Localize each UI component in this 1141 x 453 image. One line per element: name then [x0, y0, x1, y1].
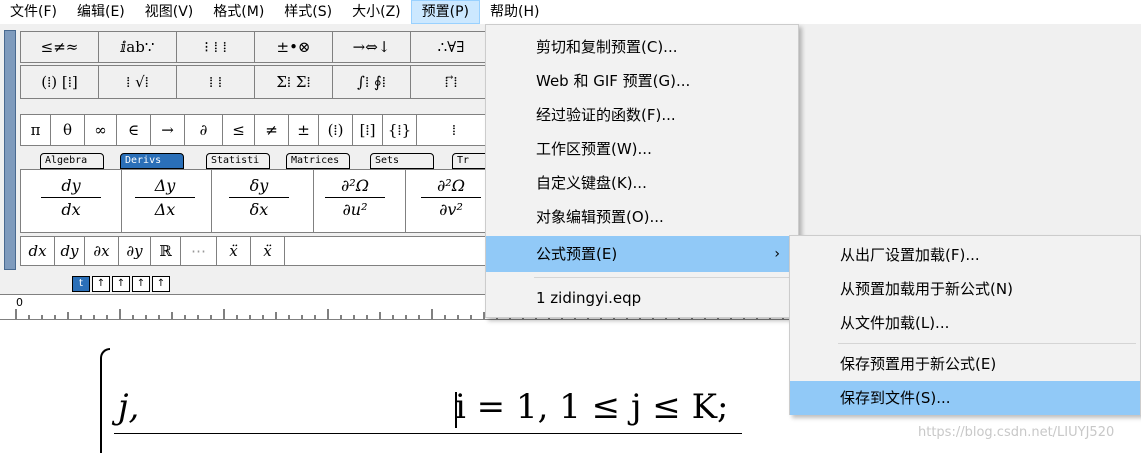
template-partial-u[interactable]: ∂²Ω ∂u² — [325, 176, 385, 219]
template-brackets[interactable]: [⁞] — [353, 115, 383, 145]
relations-palette-button[interactable]: ≤≠≈ — [21, 32, 99, 62]
symbol-theta[interactable]: θ — [51, 115, 85, 145]
symbol-right-arrow[interactable]: → — [151, 115, 185, 145]
menu-file[interactable]: 文件(F) — [0, 0, 67, 24]
symbol-ellipsis[interactable]: ⋯ — [181, 237, 217, 265]
menu-item-workspace-prefs[interactable]: 工作区预置(W)... — [486, 132, 798, 166]
symbol-palette-row: ≤≠≈ ⅈab∵ ⁝ ⁞ ⁞ ±•⊗ →⇔↓ ∴∀∃ — [20, 31, 490, 63]
equation-prefs-submenu: 从出厂设置加载(F)... 从预置加载用于新公式(N) 从文件加载(L)... … — [789, 235, 1141, 415]
symbol-element-of[interactable]: ∈ — [117, 115, 151, 145]
tab-algebra[interactable]: Algebra — [40, 153, 104, 169]
menu-item-cut-copy-prefs[interactable]: 剪切和复制预置(C)... — [486, 30, 798, 64]
template-small-delta[interactable]: δy δx — [229, 176, 289, 219]
palette-tabs: Algebra Derivs Statisti Matrices Sets Tr — [30, 151, 492, 169]
template-divider — [405, 170, 406, 232]
symbol-leq[interactable]: ≤ — [223, 115, 255, 145]
size-tab-buttons: t ↑ ↑ ↑ ↑ — [72, 276, 170, 292]
symbol-dx[interactable]: dx — [21, 237, 55, 265]
menu-style[interactable]: 样式(S) — [274, 0, 342, 24]
symbol-partial-y[interactable]: ∂y — [119, 237, 151, 265]
menu-item-label: 公式预置(E) — [536, 245, 618, 263]
menubar: 文件(F) 编辑(E) 视图(V) 格式(M) 样式(S) 大小(Z) 预置(P… — [0, 0, 1141, 24]
template-divider — [211, 170, 212, 232]
symbol-pi[interactable]: π — [21, 115, 51, 145]
menu-item-load-from-file[interactable]: 从文件加载(L)... — [790, 306, 1140, 340]
equation-variable[interactable]: j, — [118, 387, 139, 427]
scripts-palette-button[interactable]: ⁞ ⁞ — [177, 66, 255, 98]
arrows-palette-button[interactable]: →⇔↓ — [333, 32, 411, 62]
template-fraction[interactable]: ⁞ — [417, 115, 491, 145]
symbol-neq[interactable]: ≠ — [255, 115, 289, 145]
symbol-reals[interactable]: ℝ — [151, 237, 181, 265]
menu-item-object-edit-prefs[interactable]: 对象编辑预置(O)... — [486, 200, 798, 234]
embellishments-palette-button[interactable]: ⁝ ⁞ ⁞ — [177, 32, 255, 62]
menu-size[interactable]: 大小(Z) — [342, 0, 411, 24]
menu-item-customize-keyboard[interactable]: 自定义键盘(K)... — [486, 166, 798, 200]
derivative-symbols-row: dx dy ∂x ∂y ℝ ⋯ ẍ ẍ — [20, 236, 490, 266]
toolbar-grip[interactable] — [4, 30, 16, 270]
preferences-menu: 剪切和复制预置(C)... Web 和 GIF 预置(G)... 经过验证的函数… — [485, 24, 799, 318]
template-divider — [313, 170, 314, 232]
menu-item-load-factory[interactable]: 从出厂设置加载(F)... — [790, 238, 1140, 272]
tab-statistics[interactable]: Statisti — [206, 153, 270, 169]
menu-separator — [534, 277, 794, 278]
size-tab-button[interactable]: ↑ — [112, 276, 130, 292]
template-partial-v[interactable]: ∂²Ω ∂v² — [421, 176, 481, 219]
menu-item-recent-file[interactable]: 1 zidingyi.eqp — [486, 281, 798, 315]
left-brace — [100, 348, 110, 453]
symbol-x-ddot[interactable]: ẍ — [217, 237, 251, 265]
template-dy-dx[interactable]: dy dx — [41, 176, 101, 219]
menu-separator — [838, 343, 1136, 344]
spaces-palette-button[interactable]: ⅈab∵ — [99, 32, 177, 62]
equation-underline — [114, 433, 742, 434]
logic-palette-button[interactable]: ∴∀∃ — [411, 32, 491, 62]
menu-edit[interactable]: 编辑(E) — [67, 0, 135, 24]
size-tab-button[interactable]: ↑ — [132, 276, 150, 292]
template-delta-y-x[interactable]: Δy Δx — [135, 176, 195, 219]
menu-preferences[interactable]: 预置(P) — [410, 0, 480, 24]
menu-item-save-for-new[interactable]: 保存预置用于新公式(E) — [790, 347, 1140, 381]
menu-view[interactable]: 视图(V) — [135, 0, 204, 24]
tab-derivs[interactable]: Derivs — [120, 153, 184, 169]
menu-help[interactable]: 帮助(H) — [480, 0, 549, 24]
menu-item-equation-prefs[interactable]: 公式预置(E) › — [486, 236, 798, 272]
symbol-dy[interactable]: dy — [55, 237, 85, 265]
menu-item-load-for-new[interactable]: 从预置加载用于新公式(N) — [790, 272, 1140, 306]
size-tab-button[interactable]: ↑ — [92, 276, 110, 292]
equation-condition[interactable]: i = 1, 1 ≤ j ≤ K; — [455, 387, 728, 427]
bars-palette-button[interactable]: ⁞ ⃗⁞ — [411, 66, 491, 98]
symbol-partial-x[interactable]: ∂x — [85, 237, 119, 265]
tab-matrices[interactable]: Matrices — [286, 153, 350, 169]
tab-sets[interactable]: Sets — [370, 153, 434, 169]
derivative-templates: dy dx Δy Δx δy δx ∂²Ω ∂u² ∂²Ω ∂v² — [20, 169, 490, 233]
menu-item-web-gif-prefs[interactable]: Web 和 GIF 预置(G)... — [486, 64, 798, 98]
symbol-partial[interactable]: ∂ — [185, 115, 223, 145]
size-tab-button[interactable]: t — [72, 276, 90, 292]
template-braces[interactable]: {⁞} — [383, 115, 417, 145]
fences-palette-button[interactable]: (⁞) [⁞] — [21, 66, 99, 98]
symbol-infinity[interactable]: ∞ — [85, 115, 117, 145]
size-tab-button[interactable]: ↑ — [152, 276, 170, 292]
submenu-arrow-icon: › — [774, 246, 780, 262]
fractions-palette-button[interactable]: ⁞ √⁞ — [99, 66, 177, 98]
menu-format[interactable]: 格式(M) — [203, 0, 274, 24]
symbol-plus-minus[interactable]: ± — [289, 115, 319, 145]
symbol-x-ddot-2[interactable]: ẍ — [251, 237, 285, 265]
template-palette-row: (⁞) [⁞] ⁞ √⁞ ⁞ ⁞ Σ⁞ Σ⁞ ∫⁞ ∮⁞ ⁞ ⃗⁞ — [20, 65, 490, 99]
sums-palette-button[interactable]: Σ⁞ Σ⁞ — [255, 66, 333, 98]
operators-palette-button[interactable]: ±•⊗ — [255, 32, 333, 62]
menu-item-recognized-functions[interactable]: 经过验证的函数(F)... — [486, 98, 798, 132]
quick-symbols-row: π θ ∞ ∈ → ∂ ≤ ≠ ± (⁞) [⁞] {⁞} ⁞ — [20, 114, 490, 146]
template-parens[interactable]: (⁞) — [319, 115, 353, 145]
template-divider — [121, 170, 122, 232]
integrals-palette-button[interactable]: ∫⁞ ∮⁞ — [333, 66, 411, 98]
ruler-zero-label: 0 — [16, 296, 23, 309]
watermark: https://blog.csdn.net/LIUYJ520 — [918, 425, 1115, 440]
menu-item-save-to-file[interactable]: 保存到文件(S)... — [790, 381, 1140, 415]
